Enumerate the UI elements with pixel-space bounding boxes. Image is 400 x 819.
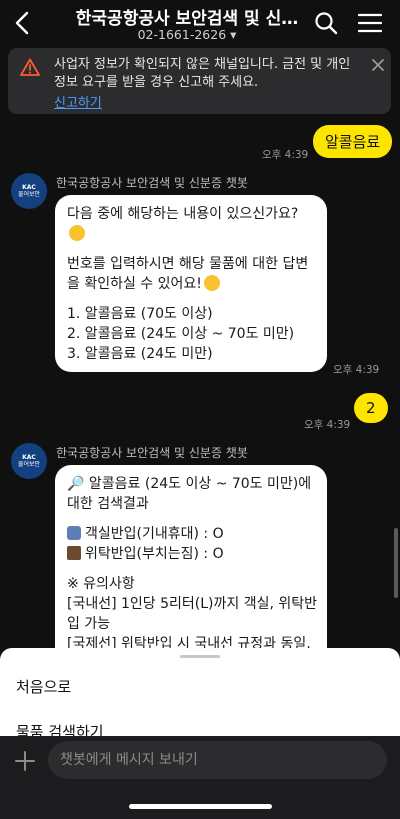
emoji-icon: [203, 275, 220, 291]
scrollbar[interactable]: [394, 528, 398, 598]
message-line: 🔎 알콜음료 (24도 이상 ~ 70도 미만)에: [67, 476, 312, 492]
avatar-label: 물어보안: [17, 190, 41, 198]
bot-message-bubble[interactable]: 다음 중에 해당하는 내용이 있으신가요? 번호를 입력하시면 해당 물품에 대…: [55, 195, 327, 372]
my-message-bubble[interactable]: 2: [354, 393, 388, 423]
note-line: 입 가능: [67, 616, 111, 632]
search-icon[interactable]: [313, 10, 339, 36]
message-input[interactable]: [48, 741, 387, 779]
close-icon[interactable]: [370, 57, 386, 73]
option-item: 2. 알콜음료 (24도 이상 ~ 70도 미만): [67, 326, 295, 342]
warning-icon: [20, 58, 40, 76]
message-line: 번호를 입력하시면 해당 물품에 대한 답변: [67, 256, 309, 272]
seat-icon: [67, 526, 81, 540]
option-item: 3. 알콜음료 (24도 미만): [67, 346, 213, 362]
sheet-handle[interactable]: [180, 655, 220, 658]
luggage-icon: [67, 546, 81, 560]
bot-name: 한국공항공사 보안검색 및 신분증 챗봇: [56, 446, 248, 460]
avatar-label: KAC: [22, 183, 36, 191]
note-title: ※ 유의사항: [67, 576, 135, 592]
chat-title[interactable]: 한국공항공사 보안검색 및 신…: [62, 4, 312, 29]
report-link[interactable]: 신고하기: [54, 92, 102, 111]
avatar-label: KAC: [22, 453, 36, 461]
message-time: 오후 4:39: [304, 419, 351, 431]
message-line: 다음 중에 해당하는 내용이 있으신가요?: [67, 206, 299, 222]
emoji-icon: [69, 225, 85, 241]
warning-banner: 사업자 정보가 확인되지 않은 채널입니다. 금전 및 개인정보 요구를 받을 …: [8, 48, 391, 114]
cabin-result: 객실반입(기내휴대) : O: [67, 524, 315, 544]
menu-icon[interactable]: [356, 10, 384, 36]
bot-name: 한국공항공사 보안검색 및 신분증 챗봇: [56, 176, 248, 190]
checked-result: 위탁반입(부치는짐) : O: [67, 544, 315, 564]
message-time: 오후 4:39: [262, 149, 309, 161]
avatar-label: 물어보안: [17, 460, 41, 468]
back-arrow-icon[interactable]: [8, 8, 38, 38]
message-line: 을 확인하실 수 있어요!: [67, 274, 315, 294]
chat-header: 한국공항공사 보안검색 및 신… 02-1661-2626 ▾: [0, 0, 400, 50]
my-message-bubble[interactable]: 알콜음료: [313, 125, 393, 158]
message-input-bar: [0, 736, 400, 819]
warning-text: 사업자 정보가 확인되지 않은 채널입니다. 금전 및 개인정보 요구를 받을 …: [54, 57, 351, 90]
chat-phone[interactable]: 02-1661-2626 ▾: [62, 27, 312, 42]
plus-icon[interactable]: [14, 750, 36, 772]
note-line: [국내선] 1인당 5리터(L)까지 객실, 위탁반: [67, 596, 318, 612]
message-line: 대한 검색결과: [67, 496, 149, 512]
bot-avatar[interactable]: KAC 물어보안: [11, 173, 47, 209]
option-item: 1. 알콜음료 (70도 이상): [67, 306, 213, 322]
home-indicator: [129, 804, 272, 809]
quick-reply-home[interactable]: 처음으로: [16, 676, 71, 697]
chat-screen: 한국공항공사 보안검색 및 신… 02-1661-2626 ▾ 사업자 정보가 …: [0, 0, 400, 819]
message-time: 오후 4:39: [333, 364, 380, 376]
bot-avatar[interactable]: KAC 물어보안: [11, 443, 47, 479]
